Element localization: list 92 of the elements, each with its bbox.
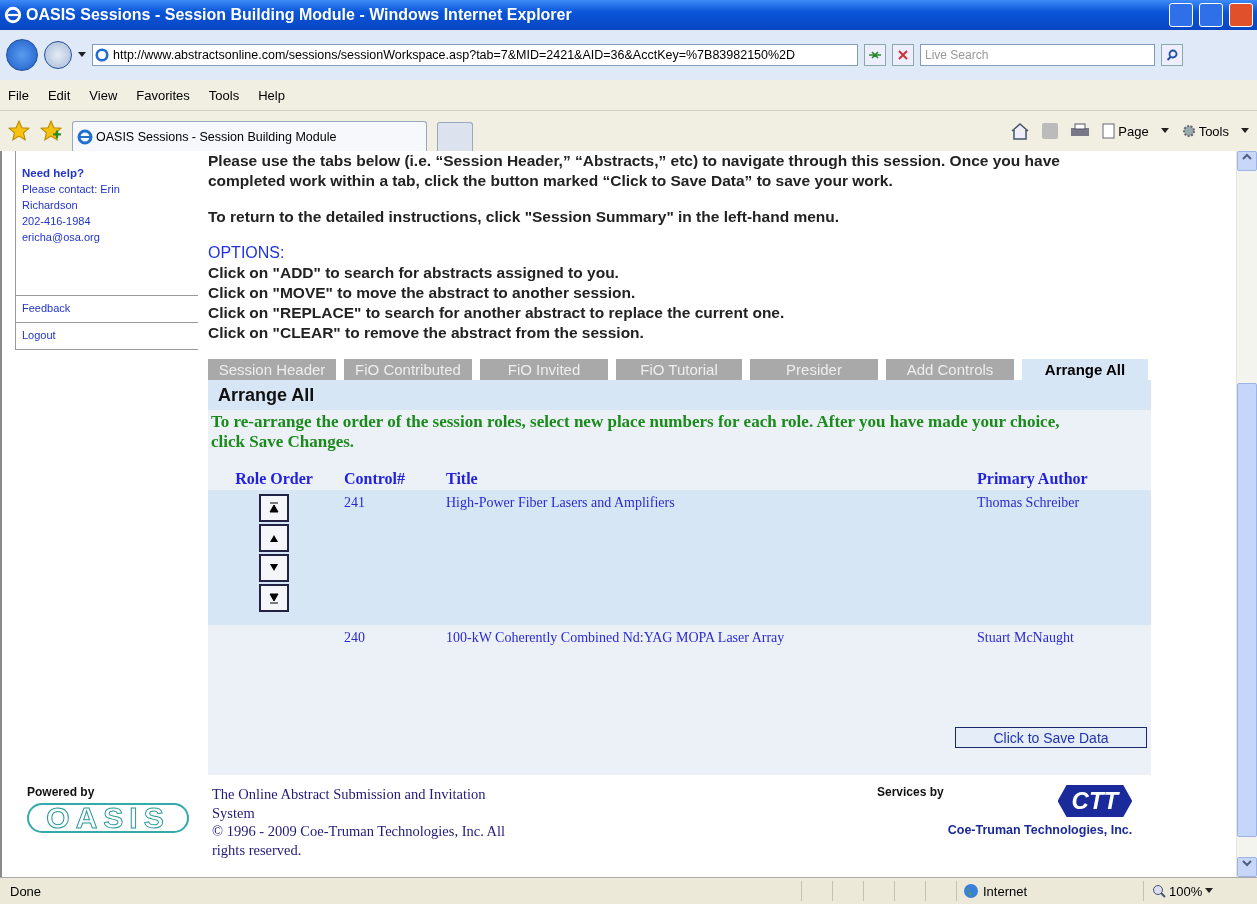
caret-icon[interactable] bbox=[1205, 888, 1214, 894]
instruction-text: Please use the tabs below (i.e. “Session Header,” “Abstracts,” etc) to navigate through this session. Once you have completed work within a tab, click the button marked “Click to Save Data” to save your work. bbox=[208, 151, 1061, 191]
column-header: Control# bbox=[343, 469, 407, 489]
ie-logo-icon bbox=[4, 6, 22, 24]
home-icon[interactable] bbox=[1010, 122, 1031, 140]
command-button[interactable]: Tools bbox=[1180, 123, 1229, 139]
move-down-button[interactable] bbox=[259, 554, 289, 582]
instruction-text: To return to the detailed instructions, click "Session Summary" in the left-hand menu. bbox=[208, 207, 841, 227]
scroll-thumb[interactable] bbox=[1237, 383, 1257, 837]
printer-icon[interactable] bbox=[1070, 123, 1091, 139]
arrow-to-bottom-icon bbox=[269, 592, 279, 604]
ctt-logo: CTT bbox=[1057, 785, 1133, 817]
table-cell-text: High-Power Fiber Lasers and Amplifiers bbox=[445, 494, 676, 512]
table-cell-text: Thomas Schreiber bbox=[976, 494, 1081, 512]
search-icon bbox=[1166, 49, 1178, 61]
maximize-button[interactable] bbox=[1199, 3, 1223, 27]
forward-button[interactable] bbox=[44, 41, 72, 69]
arrows-icon bbox=[868, 49, 882, 61]
contact-text: 202-416-1984 bbox=[22, 214, 92, 229]
copyright-text: © 1996 - 2009 Coe-Truman Technologies, Inc. All rights reserved. bbox=[212, 822, 507, 859]
services-by-text: Services by bbox=[877, 785, 944, 801]
search-button[interactable] bbox=[1161, 44, 1183, 66]
menu-item[interactable]: Edit bbox=[47, 87, 71, 103]
browser-tab[interactable]: OASIS Sessions - Session Building Module bbox=[72, 121, 427, 151]
menu-item[interactable]: Favorites bbox=[136, 87, 190, 103]
footer-text: The Online Abstract Submission and Invitation System bbox=[212, 785, 487, 822]
table-cell-text: 100-kW Coherently Combined Nd:YAG MOPA Laser Array bbox=[445, 629, 786, 647]
contact-text: Please contact: Erin bbox=[22, 182, 121, 197]
oasis-logo: OASIS bbox=[27, 803, 189, 833]
status-text: Done bbox=[9, 883, 43, 899]
refresh-button[interactable] bbox=[864, 44, 886, 66]
add-favorite-icon[interactable] bbox=[40, 120, 62, 142]
scrollbar[interactable] bbox=[1236, 151, 1257, 877]
magnifier-icon bbox=[1152, 884, 1166, 898]
column-header: Title bbox=[445, 469, 479, 489]
panel-title: Arrange All bbox=[208, 380, 1151, 410]
company-name: Coe-Truman Technologies, Inc. bbox=[947, 823, 1133, 837]
option-text: Click on "ADD" to search for abstracts assigned to you. bbox=[208, 263, 620, 283]
chevron-up-icon bbox=[1242, 153, 1252, 161]
menu-item[interactable]: Tools bbox=[208, 87, 240, 103]
table-row[interactable]: 241 High-Power Fiber Lasers and Amplifiers Thomas Schreiber bbox=[208, 490, 1151, 625]
sidebar-link[interactable]: Feedback bbox=[22, 302, 71, 314]
stop-button[interactable] bbox=[892, 44, 914, 66]
menu-item[interactable]: File bbox=[8, 87, 29, 103]
sidebar-link[interactable]: Logout bbox=[22, 329, 56, 341]
option-text: Click on "REPLACE" to search for another abstract to replace the current one. bbox=[208, 303, 786, 323]
zone-text: Internet bbox=[983, 883, 1028, 899]
ie-logo-icon bbox=[77, 128, 93, 145]
gear-icon bbox=[1180, 123, 1197, 139]
column-header: Role Order bbox=[234, 469, 314, 489]
page-icon bbox=[1102, 123, 1117, 139]
options-heading: OPTIONS: bbox=[208, 243, 286, 263]
caret-icon[interactable] bbox=[78, 52, 86, 58]
menu-item[interactable]: Help bbox=[258, 87, 285, 103]
move-top-button[interactable] bbox=[259, 494, 289, 522]
triangle-up-icon bbox=[269, 533, 279, 543]
scroll-down-button[interactable] bbox=[1237, 857, 1257, 877]
triangle-down-icon bbox=[269, 563, 279, 573]
menu-item[interactable]: View bbox=[89, 87, 118, 103]
caret-icon[interactable] bbox=[1241, 128, 1249, 134]
instruction-text: To re-arrange the order of the session roles, select new place numbers for each role. After you have made your choice, click Save Changes. bbox=[210, 411, 1061, 453]
chevron-down-icon bbox=[1242, 859, 1252, 867]
option-text: Click on "MOVE" to move the abstract to another session. bbox=[208, 283, 637, 303]
table-row[interactable]: 240 100-kW Coherently Combined Nd:YAG MOPA Laser Array Stuart McNaught bbox=[208, 625, 1151, 685]
minimize-button[interactable] bbox=[1169, 3, 1193, 27]
globe-icon bbox=[963, 883, 979, 899]
move-bottom-button[interactable] bbox=[259, 584, 289, 612]
table-cell-text: 240 bbox=[343, 629, 366, 647]
address-field[interactable]: http://www.abstractsonline.com/sessions/sessionWorkspace.asp?tab=7&MID=2421&AID=36&AcctKey=%7B83982150%2D bbox=[92, 44, 858, 66]
close-button[interactable] bbox=[1229, 3, 1253, 27]
table-cell-text: Stuart McNaught bbox=[976, 629, 1075, 647]
save-button[interactable]: Click to Save Data bbox=[955, 727, 1147, 748]
move-up-button[interactable] bbox=[259, 524, 289, 552]
star-icon[interactable] bbox=[8, 120, 30, 142]
back-button[interactable] bbox=[6, 39, 38, 71]
command-button[interactable]: Page bbox=[1102, 123, 1149, 139]
table-cell-text: 241 bbox=[343, 494, 366, 512]
caret-icon[interactable] bbox=[1160, 128, 1169, 134]
contact-text: Richardson bbox=[22, 198, 79, 213]
contact-text: ericha@osa.org bbox=[22, 230, 101, 245]
column-header: Primary Author bbox=[976, 469, 1089, 490]
help-heading: Need help? bbox=[22, 167, 84, 179]
close-icon bbox=[897, 49, 909, 61]
ie-logo-icon bbox=[95, 48, 109, 62]
tab[interactable]: Arrange All bbox=[1022, 359, 1148, 380]
window-title: OASIS Sessions - Session Building Module - Windows Internet Explorer bbox=[26, 6, 573, 24]
powered-by-text: Powered by bbox=[27, 785, 95, 799]
option-text: Click on "CLEAR" to remove the abstract from the session. bbox=[208, 323, 645, 343]
zoom-button[interactable]: 100% bbox=[1143, 881, 1257, 901]
scroll-up-button[interactable] bbox=[1237, 151, 1257, 171]
arrow-to-top-icon bbox=[269, 502, 279, 514]
search-field[interactable]: Live Search bbox=[920, 44, 1155, 66]
